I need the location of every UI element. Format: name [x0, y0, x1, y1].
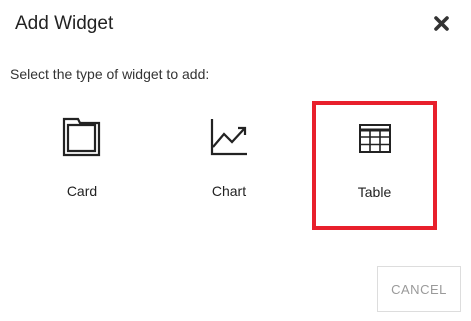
dialog-title: Add Widget: [15, 13, 114, 34]
close-button[interactable]: [432, 14, 452, 34]
cancel-button[interactable]: CANCEL: [377, 266, 461, 312]
widget-option-card[interactable]: Card: [20, 117, 144, 233]
close-icon: [434, 16, 449, 31]
widget-option-table[interactable]: Table: [312, 101, 437, 230]
line-chart-icon: [210, 119, 247, 156]
widget-type-prompt: Select the type of widget to add:: [10, 66, 210, 82]
folder-icon: [62, 117, 101, 157]
widget-option-label: Table: [357, 184, 392, 200]
table-grid-icon: [358, 124, 391, 153]
widget-option-label: Chart: [211, 183, 247, 199]
widget-option-chart[interactable]: Chart: [167, 117, 291, 233]
add-widget-dialog: Add Widget Select the type of widget to …: [0, 0, 471, 321]
widget-option-label: Card: [66, 183, 98, 199]
